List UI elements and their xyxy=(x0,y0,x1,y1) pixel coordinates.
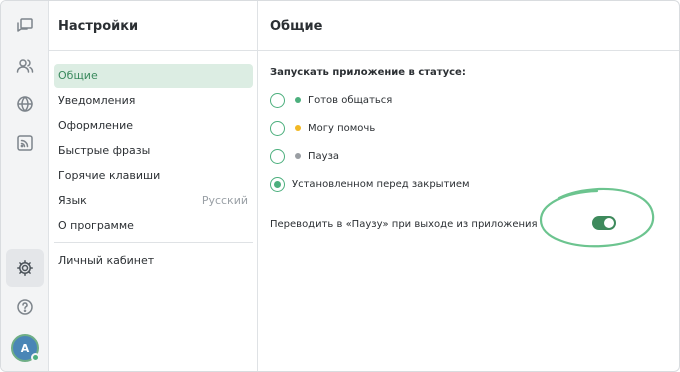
pause-on-exit-label: Переводить в «Паузу» при выходе из прило… xyxy=(270,219,538,230)
menu-item-notifications[interactable]: Уведомления xyxy=(54,89,253,113)
menu-item-label: Оформление xyxy=(58,119,133,132)
menu-item-hotkeys[interactable]: Горячие клавиши xyxy=(54,164,253,188)
menu-item-label: Личный кабинет xyxy=(58,254,155,267)
chat-icon[interactable] xyxy=(9,10,41,42)
pause-on-exit-toggle[interactable] xyxy=(592,216,616,230)
contacts-icon[interactable] xyxy=(9,50,41,82)
radio-button-selected[interactable] xyxy=(270,176,285,192)
rss-icon[interactable] xyxy=(9,127,41,159)
status-option-can-help[interactable]: Могу помочь xyxy=(270,119,375,137)
menu-item-label: Быстрые фразы xyxy=(58,144,151,157)
settings-icon[interactable] xyxy=(6,249,44,287)
status-option-last[interactable]: Установленном перед закрытием xyxy=(270,175,470,193)
menu-item-quick-phrases[interactable]: Быстрые фразы xyxy=(54,139,253,163)
status-option-label: Готов общаться xyxy=(308,94,393,106)
menu-item-label: Общие xyxy=(58,69,98,82)
icon-rail: A xyxy=(1,1,49,371)
status-dot-green xyxy=(295,97,301,103)
globe-icon[interactable] xyxy=(9,88,41,120)
menu-item-label: Уведомления xyxy=(58,94,136,107)
status-option-pause[interactable]: Пауза xyxy=(270,147,339,165)
page-title: Общие xyxy=(270,19,323,34)
radio-button[interactable] xyxy=(270,92,285,108)
status-dot-gray xyxy=(295,153,301,159)
divider xyxy=(54,242,253,243)
divider xyxy=(49,50,258,51)
menu-item-about[interactable]: О программе xyxy=(54,214,253,238)
startup-status-label: Запускать приложение в статусе: xyxy=(270,67,466,78)
menu-item-label: О программе xyxy=(58,219,134,232)
language-value: Русский xyxy=(201,194,248,207)
menu-item-general[interactable]: Общие xyxy=(54,64,253,88)
menu-title: Настройки xyxy=(58,19,139,34)
menu-item-account[interactable]: Личный кабинет xyxy=(54,249,253,273)
radio-button[interactable] xyxy=(270,148,285,164)
status-option-label: Пауза xyxy=(308,150,340,162)
general-settings-pane: Общие Запускать приложение в статусе: Го… xyxy=(258,1,679,371)
menu-item-appearance[interactable]: Оформление xyxy=(54,114,253,138)
status-dot-yellow xyxy=(295,125,301,131)
status-option-label: Могу помочь xyxy=(308,122,376,134)
radio-indicator xyxy=(274,180,281,188)
menu-item-label: Язык xyxy=(58,194,87,207)
menu-item-language[interactable]: Язык Русский xyxy=(54,189,253,213)
online-status-dot xyxy=(31,353,40,362)
toggle-knob xyxy=(603,217,615,229)
divider xyxy=(258,50,679,51)
menu-item-label: Горячие клавиши xyxy=(58,169,161,182)
status-option-ready[interactable]: Готов общаться xyxy=(270,91,392,109)
settings-menu: Настройки Общие Уведомления Оформление Б… xyxy=(49,1,258,371)
radio-button[interactable] xyxy=(270,120,285,136)
settings-window: A Настройки Общие Уведомления Оформление… xyxy=(0,0,680,372)
help-icon[interactable] xyxy=(9,291,41,323)
status-option-label: Установленном перед закрытием xyxy=(292,178,470,190)
